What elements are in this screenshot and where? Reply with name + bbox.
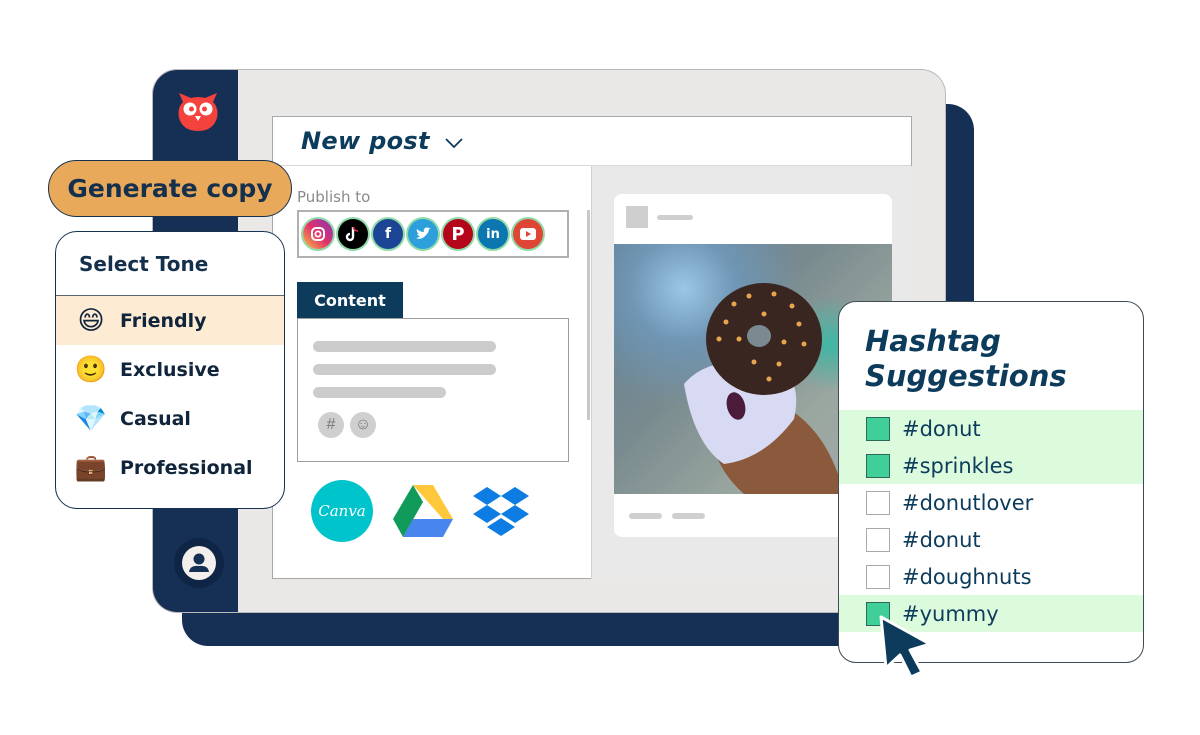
pinterest-icon[interactable]: P <box>443 219 473 249</box>
hashtag-suggestions-title: Hashtag Suggestions <box>865 324 1067 394</box>
media-integrations: Canva <box>311 480 529 542</box>
preview-name-placeholder <box>657 215 693 220</box>
smiling-face-icon: 🙂 <box>74 354 108 385</box>
dropbox-icon[interactable] <box>473 485 529 537</box>
mouse-pointer-icon <box>879 615 932 679</box>
hashtag-label: #donut <box>902 527 981 552</box>
content-tab[interactable]: Content <box>297 282 403 318</box>
hashtag-checkbox[interactable] <box>866 527 890 552</box>
gem-icon: 💎 <box>74 403 108 434</box>
preview-action-placeholder <box>629 513 662 519</box>
hashtag-checkbox[interactable] <box>866 453 890 478</box>
tone-option-professional[interactable]: 💼 Professional <box>56 443 284 492</box>
instagram-icon[interactable] <box>303 219 333 249</box>
tone-option-label: Exclusive <box>120 358 220 381</box>
hashtag-checkbox[interactable] <box>866 416 890 441</box>
tone-option-exclusive[interactable]: 🙂 Exclusive <box>56 345 284 394</box>
hashtag-label: #sprinkles <box>902 453 1014 478</box>
youtube-play-icon <box>520 228 536 240</box>
chevron-down-icon[interactable] <box>444 137 464 149</box>
select-tone-title: Select Tone <box>56 232 284 296</box>
facebook-icon[interactable]: f <box>373 219 403 249</box>
hashtag-label: #donutlover <box>902 490 1034 515</box>
canva-icon[interactable]: Canva <box>311 480 373 542</box>
tone-option-label: Friendly <box>120 309 207 332</box>
generate-copy-button[interactable]: Generate copy <box>48 160 292 217</box>
hashtag-label: #donut <box>902 416 981 441</box>
scrollbar[interactable] <box>587 210 590 420</box>
tone-option-casual[interactable]: 💎 Casual <box>56 394 284 443</box>
hashtag-list: #donut #sprinkles #donutlover #donut #do… <box>839 410 1143 632</box>
text-placeholder-line <box>313 341 496 352</box>
hashtag-button[interactable]: # <box>318 412 344 438</box>
composer-column: Publish to f P in Content # ☺ Canva <box>273 166 591 579</box>
hashtag-item[interactable]: #donut <box>839 410 1143 447</box>
preview-avatar-placeholder <box>626 206 648 228</box>
hashtag-suggestions-panel: Hashtag Suggestions #donut #sprinkles #d… <box>838 301 1144 663</box>
instagram-glyph-icon <box>311 227 325 241</box>
google-drive-icon[interactable] <box>391 483 455 539</box>
tiktok-glyph-icon <box>345 226 359 242</box>
publish-to-label: Publish to <box>297 188 371 206</box>
tone-option-label: Professional <box>120 456 253 479</box>
panel-header: New post <box>273 117 911 166</box>
tone-option-label: Casual <box>120 407 191 430</box>
preview-action-placeholder <box>672 513 705 519</box>
tone-option-friendly[interactable]: 😄 Friendly <box>56 296 284 345</box>
emoji-button[interactable]: ☺ <box>350 412 376 438</box>
page-title: New post <box>301 127 430 155</box>
twitter-icon[interactable] <box>408 219 438 249</box>
text-placeholder-line <box>313 364 496 375</box>
profile-button[interactable] <box>174 538 224 588</box>
tiktok-icon[interactable] <box>338 219 368 249</box>
briefcase-icon: 💼 <box>74 452 108 483</box>
social-network-selector[interactable]: f P in <box>297 210 569 258</box>
twitter-bird-icon <box>416 227 431 239</box>
linkedin-icon[interactable]: in <box>478 219 508 249</box>
hashtag-item[interactable]: #sprinkles <box>839 447 1143 484</box>
title-line: Hashtag <box>865 324 1001 358</box>
user-avatar-icon <box>182 546 216 580</box>
hashtag-item[interactable]: #donut <box>839 521 1143 558</box>
hashtag-checkbox[interactable] <box>866 564 890 589</box>
grinning-face-icon: 😄 <box>77 305 105 336</box>
hashtag-item[interactable]: #doughnuts <box>839 558 1143 595</box>
hashtag-item[interactable]: #donutlover <box>839 484 1143 521</box>
new-post-panel: New post Publish to f P in Content # ☺ C… <box>272 116 912 579</box>
youtube-icon[interactable] <box>513 219 543 249</box>
text-placeholder-line <box>313 387 446 398</box>
content-textarea[interactable]: # ☺ <box>297 318 569 462</box>
owl-logo-icon[interactable] <box>175 88 221 134</box>
hashtag-label: #doughnuts <box>902 564 1032 589</box>
select-tone-dropdown: Select Tone 😄 Friendly 🙂 Exclusive 💎 Cas… <box>55 231 285 509</box>
hashtag-checkbox[interactable] <box>866 490 890 515</box>
title-line: Suggestions <box>865 359 1067 393</box>
